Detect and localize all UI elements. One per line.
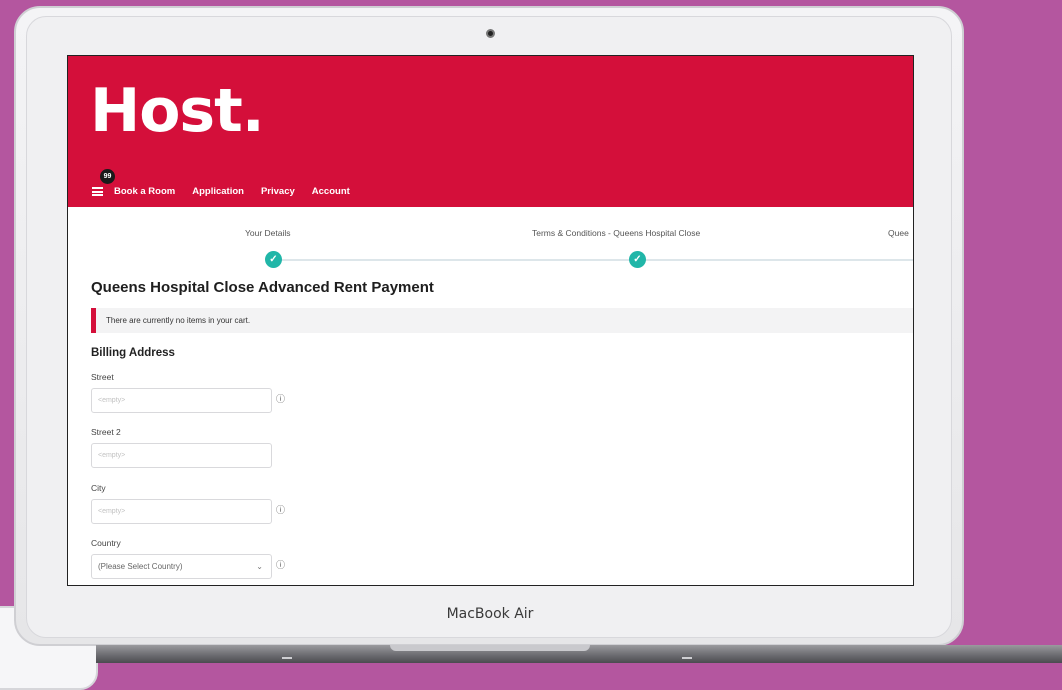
camera-icon bbox=[486, 29, 495, 38]
street2-input[interactable]: <empty> bbox=[91, 443, 272, 468]
progress-track bbox=[274, 259, 913, 261]
device-label: MacBook Air bbox=[446, 606, 534, 622]
country-select[interactable]: (Please Select Country) ⌄ bbox=[91, 554, 272, 579]
cart-notice: There are currently no items in your car… bbox=[91, 308, 913, 333]
info-icon[interactable]: ⓘ bbox=[276, 558, 285, 571]
cart-notice-text: There are currently no items in your car… bbox=[106, 316, 251, 325]
step-label-queens: Quee bbox=[888, 228, 909, 238]
street-label: Street bbox=[91, 372, 114, 382]
country-label: Country bbox=[91, 538, 121, 548]
browser-screen: Host. 99 Book a Room Application Privacy… bbox=[67, 55, 914, 586]
city-input[interactable]: <empty> bbox=[91, 499, 272, 524]
street2-label: Street 2 bbox=[91, 427, 121, 437]
site-header: Host. 99 Book a Room Application Privacy… bbox=[68, 56, 913, 207]
nav-privacy[interactable]: Privacy bbox=[261, 186, 295, 197]
nav-book-a-room[interactable]: Book a Room bbox=[114, 186, 175, 197]
laptop-foot bbox=[682, 657, 692, 659]
check-icon: ✓ bbox=[629, 251, 646, 268]
cart-count-badge: 99 bbox=[100, 169, 115, 184]
country-select-value: (Please Select Country) bbox=[98, 562, 183, 571]
step-label-terms: Terms & Conditions - Queens Hospital Clo… bbox=[532, 228, 701, 238]
city-label: City bbox=[91, 483, 106, 493]
laptop-hinge-notch bbox=[390, 645, 590, 651]
check-icon: ✓ bbox=[265, 251, 282, 268]
billing-heading: Billing Address bbox=[91, 347, 175, 359]
nav-application[interactable]: Application bbox=[192, 186, 244, 197]
laptop-foot bbox=[282, 657, 292, 659]
street-input[interactable]: <empty> bbox=[91, 388, 272, 413]
step-label-your-details: Your Details bbox=[245, 228, 291, 238]
site-logo[interactable]: Host. bbox=[90, 76, 265, 146]
info-icon[interactable]: ⓘ bbox=[276, 503, 285, 516]
page-title: Queens Hospital Close Advanced Rent Paym… bbox=[91, 279, 434, 296]
chevron-down-icon: ⌄ bbox=[256, 562, 263, 571]
main-nav: Book a Room Application Privacy Account bbox=[114, 186, 350, 197]
nav-account[interactable]: Account bbox=[312, 186, 350, 197]
info-icon[interactable]: ⓘ bbox=[276, 392, 285, 405]
hamburger-menu-icon[interactable] bbox=[92, 187, 103, 196]
